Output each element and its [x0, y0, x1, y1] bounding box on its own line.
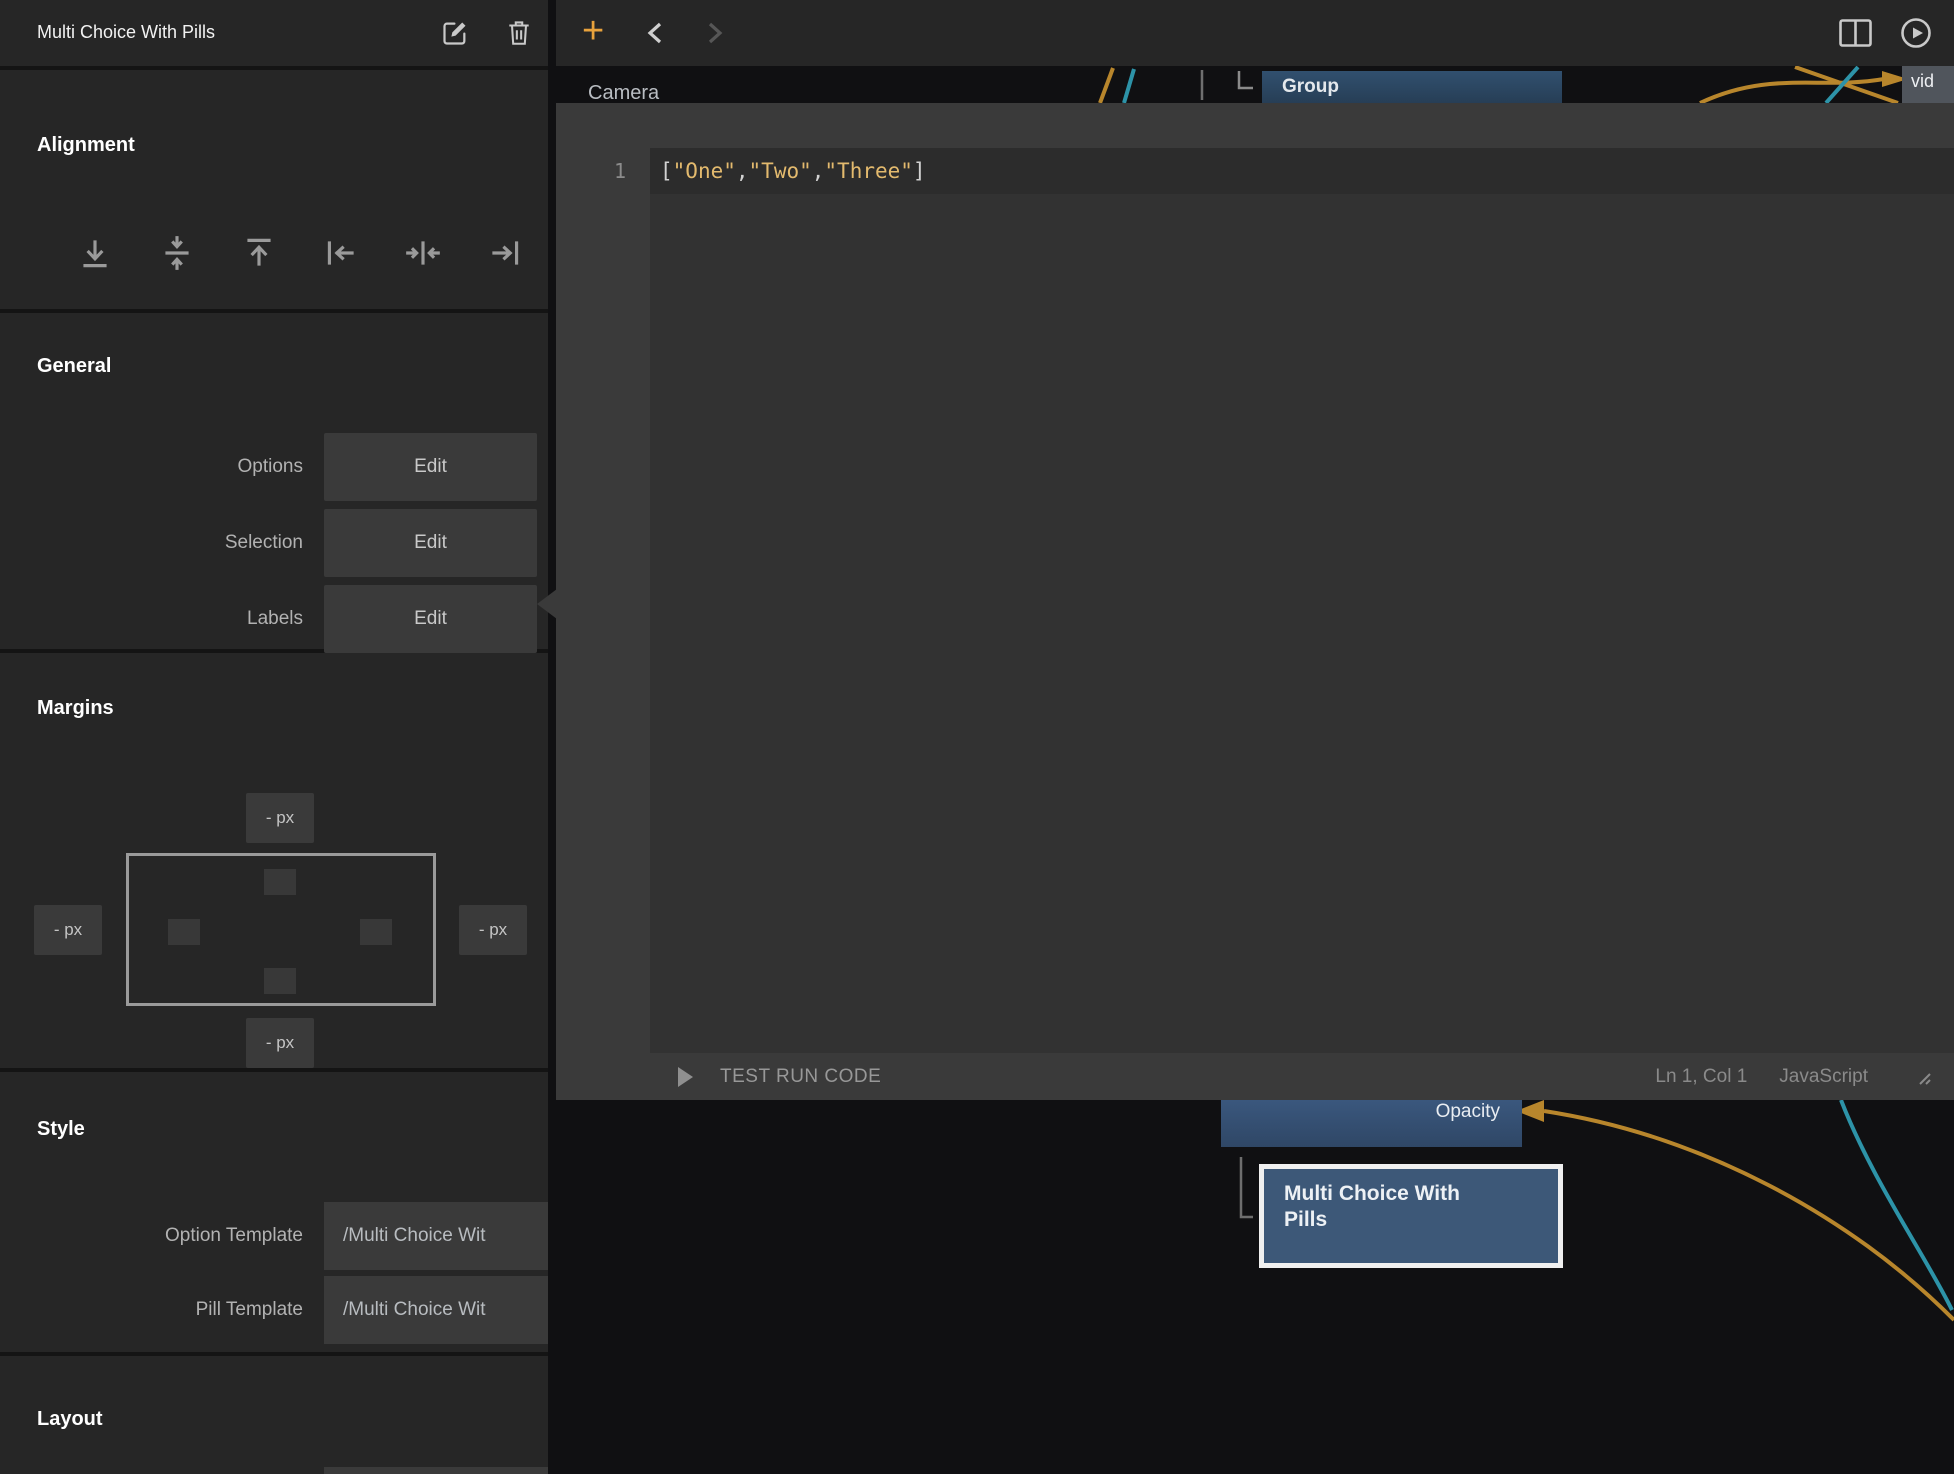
node-video[interactable]: vid [1902, 66, 1954, 104]
layout-field-partial[interactable] [324, 1467, 548, 1474]
options-edit-button[interactable]: Edit [324, 433, 537, 501]
options-label: Options [0, 433, 303, 501]
margin-right-field[interactable]: - px [459, 905, 527, 955]
margin-handle-right[interactable] [360, 919, 392, 945]
section-heading: Style [37, 1118, 85, 1141]
align-horizontal-center-icon[interactable] [403, 233, 443, 273]
labels-edit-button[interactable]: Edit [324, 585, 537, 653]
margin-bottom-field[interactable]: - px [246, 1018, 314, 1068]
pill-template-field[interactable]: /Multi Choice Wit [324, 1276, 548, 1344]
pill-template-label: Pill Template [0, 1276, 303, 1344]
node-multi-choice-label: Multi Choice With Pills [1284, 1181, 1484, 1233]
align-top-icon[interactable] [239, 233, 279, 273]
selection-edit-button[interactable]: Edit [324, 509, 537, 577]
redo-forward-icon[interactable] [706, 21, 724, 45]
test-run-code-button[interactable]: TEST RUN CODE [720, 1066, 881, 1088]
margins-diagram [126, 853, 436, 1006]
alignment-section: Alignment [0, 70, 548, 309]
align-bottom-icon[interactable] [75, 233, 115, 273]
section-heading: Layout [37, 1408, 103, 1431]
margins-section: Margins - px - px - px - px [0, 653, 548, 1068]
inspector-header: Multi Choice With Pills [0, 0, 548, 66]
split-view-icon[interactable] [1839, 19, 1872, 47]
section-heading: Alignment [37, 134, 135, 157]
margin-handle-left[interactable] [168, 919, 200, 945]
labels-label: Labels [0, 585, 303, 653]
node-video-label: vid [1911, 71, 1934, 91]
test-run-play-icon[interactable] [676, 1066, 694, 1088]
margin-top-field[interactable]: - px [246, 793, 314, 843]
margin-handle-top[interactable] [264, 869, 296, 895]
code-token: "Two" [749, 159, 812, 183]
node-group-label: Group [1282, 76, 1339, 97]
margin-left-field[interactable]: - px [34, 905, 102, 955]
section-heading: Margins [37, 697, 114, 720]
code-token: "Three" [824, 159, 913, 183]
node-camera[interactable]: Camera [588, 82, 659, 105]
language-label: JavaScript [1779, 1066, 1868, 1088]
code-token: "One" [673, 159, 736, 183]
resize-grip-icon[interactable] [1912, 1069, 1932, 1085]
section-heading: General [37, 355, 111, 378]
undo-back-icon[interactable] [646, 21, 664, 45]
code-editor-statusbar: TEST RUN CODE Ln 1, Col 1 JavaScript [556, 1053, 1954, 1100]
option-template-label: Option Template [0, 1202, 303, 1270]
code-editor-panel: 1 ["One","Two","Three"] TEST RUN CODE Ln… [556, 103, 1954, 1100]
option-template-field[interactable]: /Multi Choice Wit [324, 1202, 548, 1270]
delete-icon[interactable] [506, 19, 532, 47]
add-node-button[interactable]: + [582, 12, 604, 50]
margin-handle-bottom[interactable] [264, 968, 296, 994]
code-token: ] [913, 159, 926, 183]
cursor-position: Ln 1, Col 1 [1655, 1066, 1747, 1088]
line-number: 1 [576, 159, 626, 183]
align-vertical-center-icon[interactable] [157, 233, 197, 273]
code-line-1[interactable]: ["One","Two","Three"] [650, 148, 1954, 194]
align-right-icon[interactable] [485, 233, 525, 273]
node-opacity-label: Opacity [1436, 1101, 1500, 1123]
selection-label: Selection [0, 509, 303, 577]
align-left-icon[interactable] [321, 233, 361, 273]
node-group[interactable]: Group [1262, 71, 1562, 105]
code-token: , [736, 159, 749, 183]
general-section: General Options Edit Selection Edit Labe… [0, 313, 548, 649]
panel-callout-pointer [537, 586, 561, 622]
node-multi-choice-selected[interactable]: Multi Choice With Pills [1259, 1164, 1563, 1268]
inspector-panel: Multi Choice With Pills Alignment [0, 0, 548, 1474]
rename-icon[interactable] [441, 19, 469, 47]
code-token: , [812, 159, 825, 183]
component-title: Multi Choice With Pills [37, 22, 215, 43]
code-token: [ [660, 159, 673, 183]
code-area[interactable]: ["One","Two","Three"] [650, 148, 1954, 1053]
run-preview-icon[interactable] [1900, 17, 1932, 49]
layout-section: Layout [0, 1356, 548, 1474]
style-section: Style Option Template /Multi Choice Wit … [0, 1072, 548, 1352]
editor-toolbar: + [556, 0, 1954, 66]
